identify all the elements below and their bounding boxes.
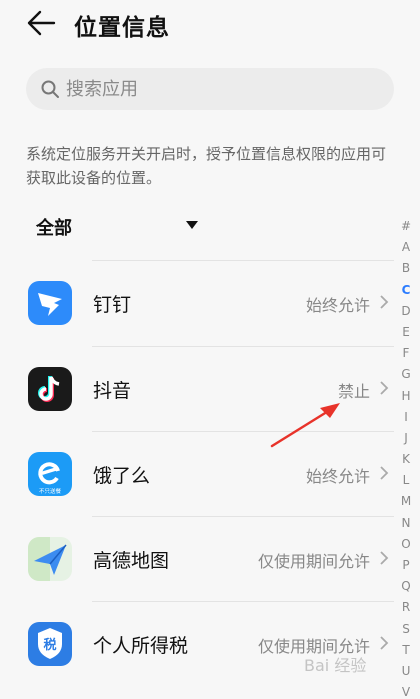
caret-down-icon: [186, 221, 198, 229]
app-name: 抖音: [93, 380, 132, 402]
index-letter[interactable]: E: [398, 322, 414, 343]
page-title: 位置信息: [74, 15, 170, 41]
permission-status: 仅使用期间允许: [257, 552, 370, 571]
index-letter[interactable]: A: [398, 237, 414, 258]
red-arrow-icon: [270, 403, 340, 448]
index-letter[interactable]: K: [398, 449, 414, 470]
app-name: 个人所得税: [93, 635, 189, 657]
app-header: 位置信息: [0, 0, 420, 50]
chevron-right-icon: [380, 381, 389, 395]
index-letter[interactable]: U: [398, 661, 414, 682]
index-letter[interactable]: Q: [398, 576, 414, 597]
index-letter[interactable]: C: [398, 280, 414, 301]
permission-status: 始终允许: [305, 296, 370, 315]
chevron-right-icon: [380, 636, 389, 650]
douyin-icon: [28, 367, 72, 411]
index-letter[interactable]: J: [398, 428, 414, 449]
index-letter[interactable]: I: [398, 407, 414, 428]
index-letter[interactable]: G: [398, 364, 414, 385]
eleme-icon: 不只送餐: [28, 452, 72, 496]
chevron-right-icon: [380, 466, 389, 480]
search-bar[interactable]: [26, 68, 394, 110]
index-letter[interactable]: O: [398, 534, 414, 555]
watermark: Bai 经验: [304, 656, 367, 675]
index-letter[interactable]: R: [398, 597, 414, 618]
app-name: 高德地图: [93, 550, 170, 572]
dingtalk-icon: [28, 281, 72, 325]
tax-icon: 税: [28, 622, 72, 666]
search-input[interactable]: [66, 68, 386, 110]
index-letter[interactable]: B: [398, 258, 414, 279]
app-row-dingtalk[interactable]: 钉钉 始终允许: [0, 261, 400, 345]
alphabet-index[interactable]: # A B C D E F G H I J K L M N O P Q R S T U V: [398, 216, 414, 699]
index-letter[interactable]: #: [398, 216, 414, 237]
chevron-right-icon: [380, 295, 389, 309]
index-letter[interactable]: P: [398, 555, 414, 576]
index-letter[interactable]: T: [398, 640, 414, 661]
index-letter[interactable]: L: [398, 470, 414, 491]
index-letter[interactable]: V: [398, 682, 414, 699]
location-description: 系统定位服务开关开启时，授予位置信息权限的应用可获取此设备的位置。: [26, 145, 387, 187]
app-row-amap[interactable]: 高德地图 仅使用期间允许: [0, 517, 400, 601]
index-letter[interactable]: S: [398, 619, 414, 640]
permission-status: 始终允许: [305, 467, 370, 486]
tax-icon-glyph: 税: [43, 637, 56, 653]
eleme-icon-caption: 不只送餐: [39, 487, 62, 495]
arrow-left-icon[interactable]: [26, 9, 56, 37]
index-letter[interactable]: D: [398, 301, 414, 322]
index-letter[interactable]: H: [398, 386, 414, 407]
index-letter[interactable]: N: [398, 513, 414, 534]
search-icon: [41, 80, 59, 98]
filter-label: 全部: [36, 218, 72, 239]
permission-status: 禁止: [337, 382, 370, 401]
amap-icon: [28, 537, 72, 581]
app-name: 钉钉: [93, 294, 132, 316]
filter-dropdown[interactable]: 全部: [36, 214, 206, 239]
chevron-right-icon: [380, 551, 389, 565]
index-letter[interactable]: F: [398, 343, 414, 364]
app-name: 饿了么: [93, 465, 151, 487]
index-letter[interactable]: M: [398, 491, 414, 512]
